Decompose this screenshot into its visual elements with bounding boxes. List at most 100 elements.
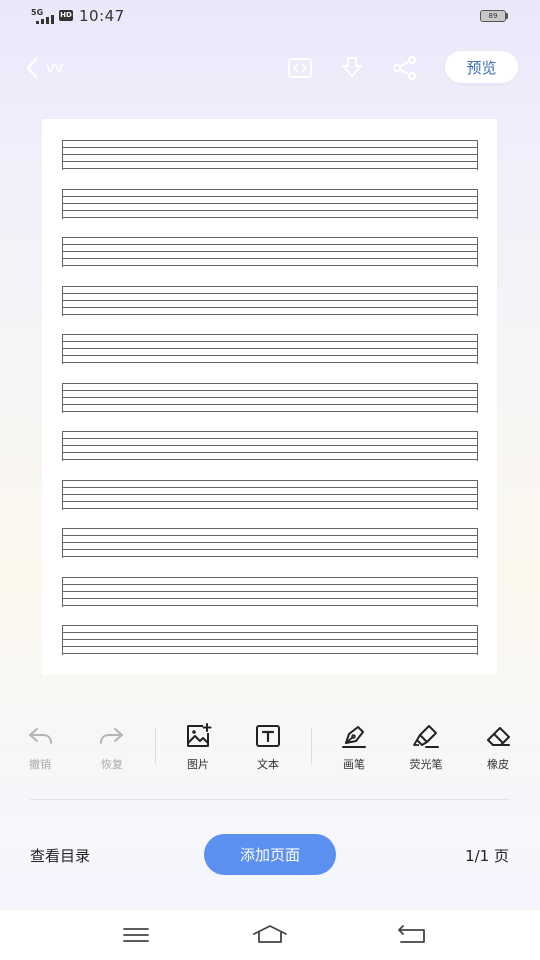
back-button[interactable]: vv	[24, 54, 63, 82]
staff-line	[63, 237, 477, 238]
pen-label: 画笔	[343, 758, 365, 771]
image-button[interactable]: 图片	[168, 712, 228, 778]
undo-icon	[29, 728, 52, 744]
staff-line	[63, 486, 477, 488]
staff-line	[63, 583, 477, 585]
music-staff	[62, 188, 478, 219]
home-icon	[253, 925, 287, 943]
share-button[interactable]	[391, 54, 419, 82]
text-label: 文本	[257, 758, 279, 771]
code-icon	[288, 58, 312, 78]
back-chevron-icon	[26, 57, 38, 79]
battery-cap	[506, 13, 508, 19]
preview-button[interactable]: 预览	[445, 51, 518, 83]
staff-line	[63, 431, 477, 432]
image-label: 图片	[187, 758, 209, 771]
page-indicator: 1/1 页	[465, 847, 509, 865]
hd-badge: HD	[59, 10, 73, 21]
staff-line	[63, 362, 477, 363]
staff-line	[63, 597, 477, 599]
staff-line	[63, 445, 477, 446]
eraser-icon	[487, 727, 510, 746]
staff-line	[63, 556, 477, 557]
add-page-button[interactable]: 添加页面	[204, 834, 336, 875]
staff-line	[63, 646, 477, 647]
staff-line	[63, 479, 477, 481]
staff-line	[63, 285, 477, 287]
undo-label: 撤销	[29, 758, 51, 771]
staff-line	[63, 313, 477, 315]
staff-line	[63, 265, 477, 266]
music-staff	[62, 237, 478, 267]
battery-icon: 89	[480, 10, 506, 22]
return-icon	[398, 925, 425, 943]
music-staff	[62, 140, 478, 170]
staff-line	[63, 632, 477, 633]
undo-button[interactable]: 撤销	[10, 712, 70, 778]
staff-line	[63, 403, 477, 405]
toolbar-separator	[311, 728, 312, 764]
staff-line	[63, 168, 477, 169]
status-bar: 5G HD 10:47 89	[0, 0, 540, 34]
music-staff	[62, 479, 478, 510]
clock: 10:47	[79, 7, 125, 25]
staff-line	[63, 195, 477, 197]
staff-line	[63, 639, 477, 640]
view-toc-link[interactable]: 查看目录	[30, 845, 90, 866]
staff-line	[63, 244, 477, 245]
staff-line	[63, 389, 477, 391]
staff-line	[63, 590, 477, 592]
redo-button[interactable]: 恢复	[82, 712, 142, 778]
music-staff	[62, 528, 478, 558]
staff-line	[63, 209, 477, 211]
eraser-label: 橡皮	[487, 758, 509, 771]
staff-line	[63, 535, 477, 536]
staff-line	[63, 216, 477, 218]
add-image-icon	[187, 723, 212, 747]
staff-line	[63, 507, 477, 509]
staff-line	[63, 202, 477, 204]
text-button[interactable]: 文本	[238, 712, 298, 778]
redo-icon	[100, 728, 123, 744]
menu-icon	[123, 928, 149, 942]
staff-line	[63, 576, 477, 578]
text-box-icon	[256, 725, 280, 747]
highlighter-icon	[413, 725, 439, 748]
code-view-button[interactable]	[286, 54, 314, 82]
staff-paper-page[interactable]	[42, 119, 497, 675]
header: vv 预览	[0, 40, 540, 96]
staff-line	[63, 341, 477, 342]
staff-line	[63, 251, 477, 252]
toolbar-separator	[155, 728, 156, 764]
document-title: vv	[46, 58, 63, 77]
nav-menu-button[interactable]	[118, 920, 154, 950]
staff-line	[63, 604, 477, 606]
download-button[interactable]	[338, 54, 366, 82]
staff-line	[63, 549, 477, 550]
staff-line	[63, 438, 477, 439]
staff-line	[63, 542, 477, 543]
staff-line	[63, 500, 477, 502]
music-staff	[62, 625, 478, 655]
download-icon	[342, 57, 362, 77]
staff-line	[63, 348, 477, 349]
staff-line	[63, 653, 477, 654]
editing-toolbar: 撤销 恢复 图片 文本 画笔 荧光笔 橡皮	[0, 712, 540, 782]
share-icon	[393, 56, 416, 80]
staff-line	[63, 452, 477, 453]
nav-home-button[interactable]	[252, 920, 288, 950]
redo-label: 恢复	[101, 758, 123, 771]
nav-back-button[interactable]	[394, 920, 430, 950]
staff-line	[63, 355, 477, 356]
highlighter-button[interactable]: 荧光笔	[396, 712, 456, 778]
staff-line	[63, 382, 477, 384]
staff-line	[63, 410, 477, 412]
pen-button[interactable]: 画笔	[324, 712, 384, 778]
music-staff	[62, 576, 478, 607]
staff-line	[63, 258, 477, 259]
staff-line	[63, 334, 477, 335]
staff-line	[63, 299, 477, 301]
eraser-button[interactable]: 橡皮	[468, 712, 528, 778]
battery-level: 89	[488, 12, 498, 20]
music-staff	[62, 382, 478, 413]
